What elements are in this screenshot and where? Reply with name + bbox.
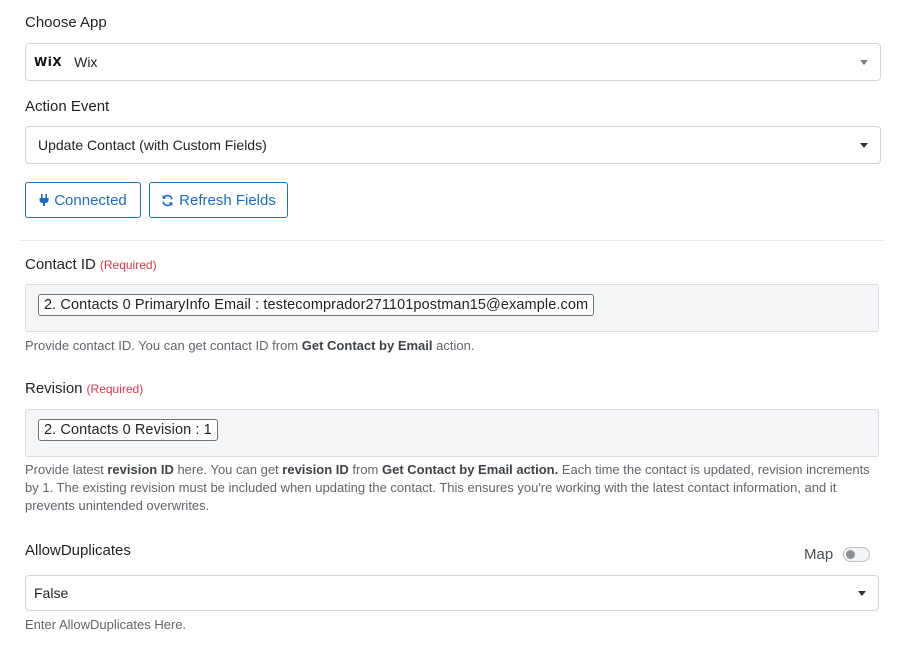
connected-button-label: Connected	[54, 191, 127, 209]
refresh-fields-button[interactable]: Refresh Fields	[149, 182, 288, 218]
help-bold-text: Get Contact by Email	[301, 338, 433, 353]
allow-duplicates-label: AllowDuplicates	[25, 542, 131, 559]
help-bold-text: revision ID	[282, 462, 349, 477]
help-text: here. You can get	[173, 462, 283, 477]
chevron-down-icon	[860, 143, 868, 148]
choose-app-select[interactable]: WiX Wix	[25, 43, 881, 81]
required-indicator: (Required)	[99, 258, 157, 272]
refresh-fields-button-label: Refresh Fields	[179, 191, 276, 209]
help-text: action.	[432, 338, 475, 353]
revision-mapped-value[interactable]: 2. Contacts 0 Revision : 1	[38, 419, 218, 441]
help-text: Provide latest	[25, 462, 108, 477]
help-text: from	[348, 462, 382, 477]
contact-id-help: Provide contact ID. You can get contact …	[25, 337, 881, 355]
chevron-down-icon	[860, 60, 868, 65]
action-event-label: Action Event	[25, 98, 110, 115]
refresh-icon	[162, 194, 173, 206]
allow-duplicates-select[interactable]: False	[25, 575, 879, 611]
connected-button[interactable]: Connected	[25, 182, 141, 218]
contact-id-label: Contact ID (Required)	[25, 256, 157, 273]
chevron-down-icon	[858, 591, 866, 596]
choose-app-label: Choose App	[25, 14, 107, 31]
map-toggle-group: Map	[804, 546, 871, 563]
toggle-knob	[846, 550, 856, 559]
section-divider	[20, 240, 885, 241]
wix-logo: WiX	[34, 55, 63, 69]
revision-field[interactable]: 2. Contacts 0 Revision : 1	[25, 409, 879, 457]
revision-label-text: Revision	[25, 380, 83, 397]
allow-duplicates-help: Enter AllowDuplicates Here.	[25, 617, 187, 632]
help-bold-text: revision ID	[107, 462, 174, 477]
action-event-select[interactable]: Update Contact (with Custom Fields)	[25, 126, 881, 164]
contact-id-mapped-value[interactable]: 2. Contacts 0 PrimaryInfo Email : testec…	[38, 294, 595, 316]
revision-label: Revision (Required)	[25, 380, 143, 397]
map-toggle[interactable]	[843, 547, 871, 562]
action-event-value: Update Contact (with Custom Fields)	[38, 137, 267, 153]
allow-duplicates-value: False	[34, 585, 69, 601]
help-bold-text: Get Contact by Email action.	[381, 462, 559, 477]
help-text: Provide contact ID. You can get contact …	[25, 338, 302, 353]
revision-help: Provide latest revision ID here. You can…	[25, 461, 883, 515]
choose-app-value: Wix	[74, 54, 98, 70]
contact-id-label-text: Contact ID	[25, 256, 96, 273]
required-indicator: (Required)	[86, 382, 144, 396]
contact-id-field[interactable]: 2. Contacts 0 PrimaryInfo Email : testec…	[25, 284, 879, 332]
plug-icon	[39, 194, 49, 206]
map-label: Map	[804, 546, 834, 563]
